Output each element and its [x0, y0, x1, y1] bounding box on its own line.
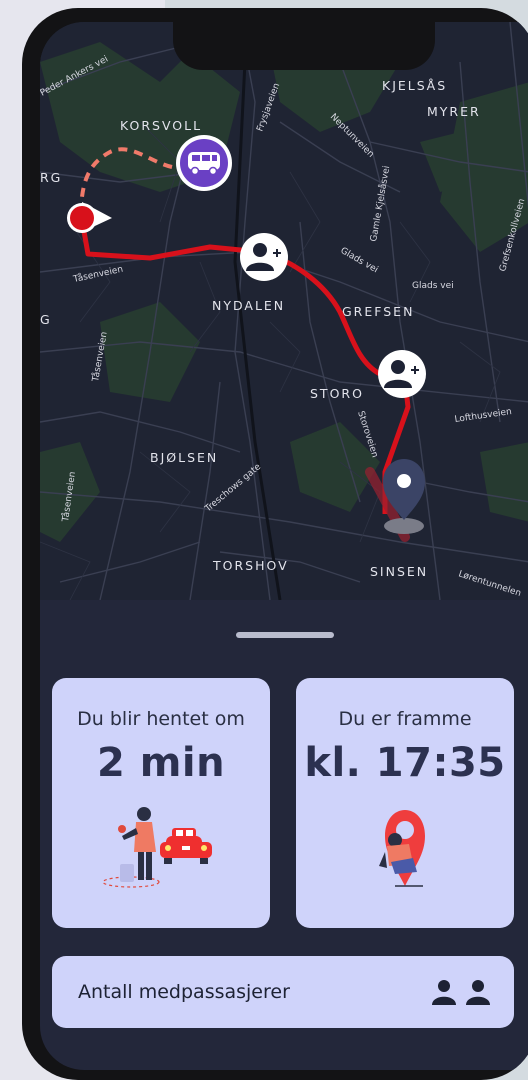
vehicle-marker[interactable]: [176, 135, 232, 191]
route-map[interactable]: KORSVOLL KJELSÅS MYRER NYDALEN GREFSEN S…: [40, 22, 528, 600]
area-label-grefsen: GREFSEN: [342, 304, 414, 319]
area-label-storo: STORO: [310, 386, 364, 401]
area-label-edge-left-2: G: [40, 312, 52, 327]
pickup-illustration: [102, 807, 212, 888]
camera-notch: [173, 22, 435, 70]
co-passengers-label: Antall medpassasjerer: [78, 981, 290, 1003]
arrival-value: kl. 17:35: [304, 740, 506, 786]
co-passengers-icons: [432, 979, 490, 1005]
area-label-nydalen: NYDALEN: [212, 298, 285, 313]
pickup-value: 2 min: [96, 740, 226, 786]
person-icon: [432, 980, 456, 1005]
area-label-torshov: TORSHOV: [212, 558, 289, 573]
co-passenger-stop-1[interactable]: [240, 233, 288, 281]
sheet-drag-handle[interactable]: [236, 632, 334, 638]
area-label-sinsen: SINSEN: [370, 564, 428, 579]
pickup-label: Du blir hentet om: [77, 708, 245, 730]
arrival-label: Du er framme: [338, 708, 472, 730]
co-passengers-row[interactable]: Antall medpassasjerer: [52, 956, 514, 1028]
street-label: Glads vei: [412, 281, 454, 291]
app-screen: KORSVOLL KJELSÅS MYRER NYDALEN GREFSEN S…: [40, 22, 528, 1070]
area-label-myrer: MYRER: [427, 104, 481, 119]
arrival-time-card: Du er framme kl. 17:35: [296, 678, 514, 928]
destination-pin[interactable]: [383, 459, 425, 534]
arrival-illustration: [379, 810, 425, 887]
person-icon: [466, 980, 490, 1005]
pickup-time-card: Du blir hentet om 2 min: [52, 678, 270, 928]
area-label-korsvoll: KORSVOLL: [120, 118, 202, 133]
co-passenger-stop-2[interactable]: [378, 350, 426, 398]
area-label-edge-left: RG: [40, 170, 62, 185]
area-label-bjolsen: BJØLSEN: [150, 450, 218, 465]
phone-frame: KORSVOLL KJELSÅS MYRER NYDALEN GREFSEN S…: [22, 8, 528, 1080]
area-label-kjelsas: KJELSÅS: [382, 78, 447, 93]
